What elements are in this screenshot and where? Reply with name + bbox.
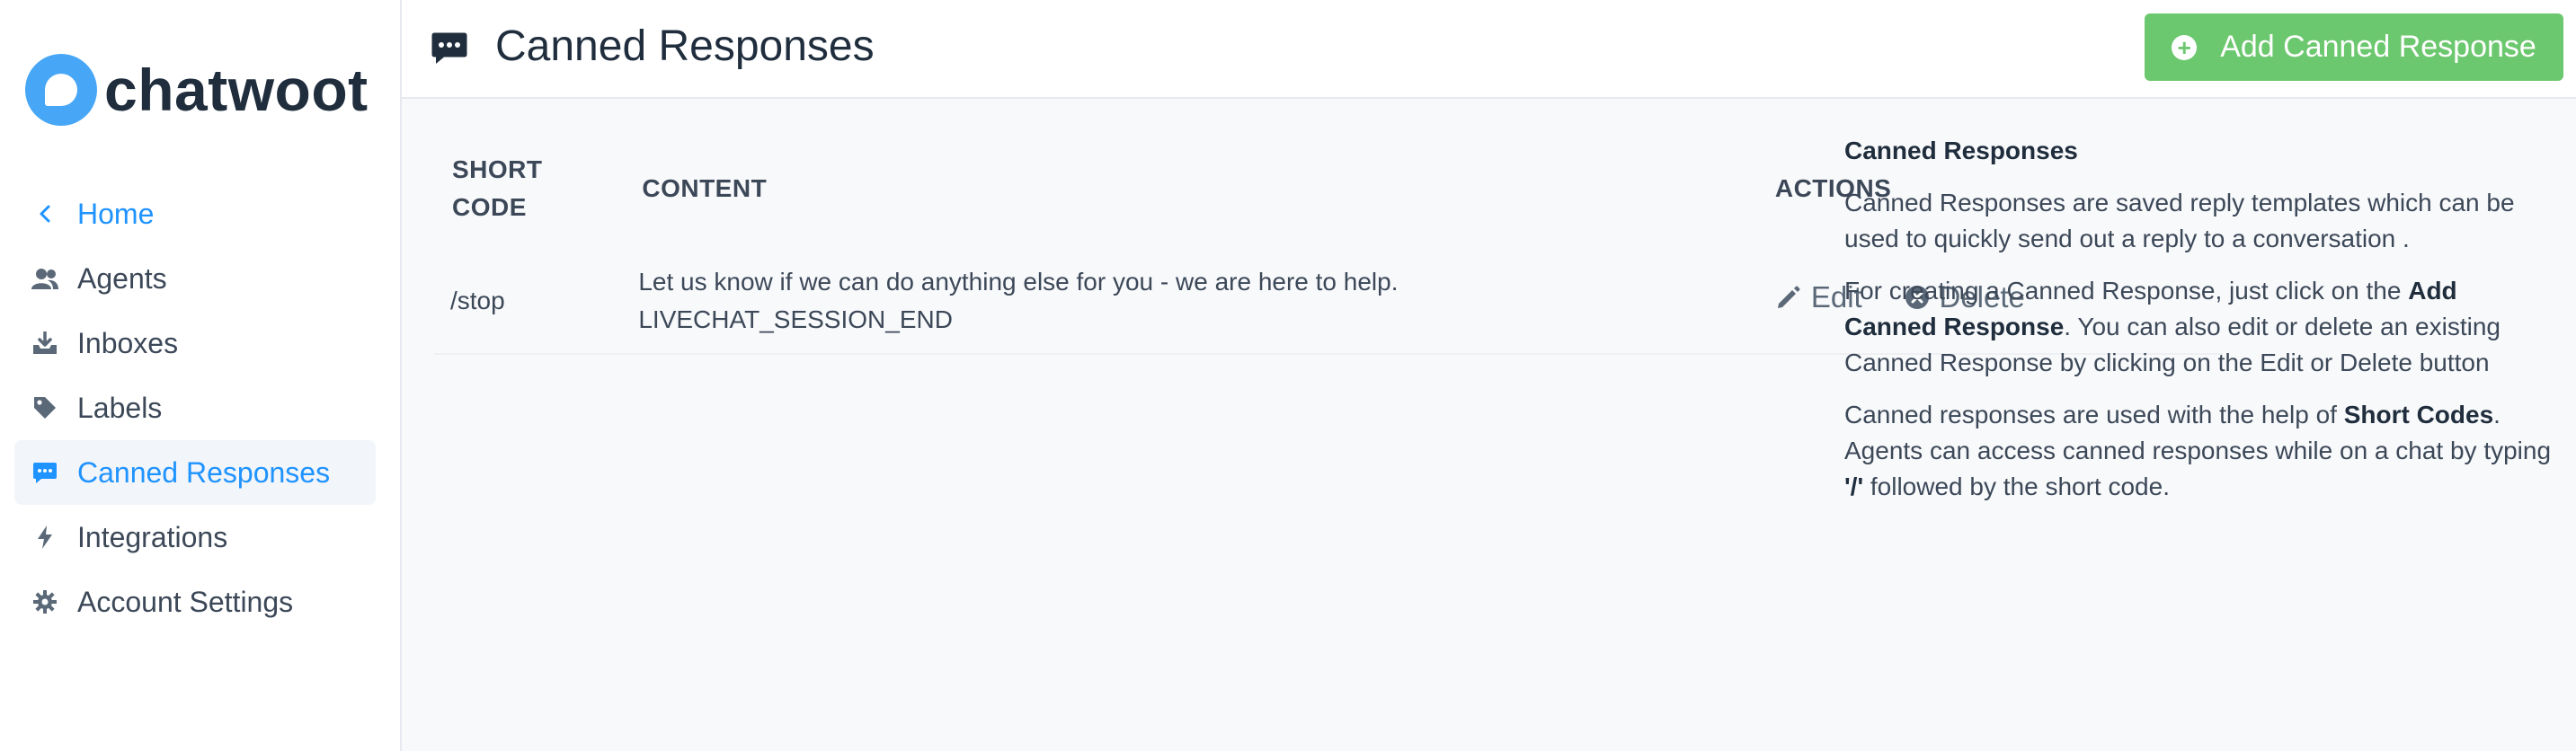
content-area: SHORT CODE CONTENT ACTIONS /stop Let us … xyxy=(402,99,2576,751)
page-header: Canned Responses + Add Canned Response xyxy=(402,0,2576,99)
header-code-label: CODE xyxy=(452,193,527,221)
help-paragraph: For creating a Canned Response, just cli… xyxy=(1844,273,2554,381)
brand-name: chatwoot xyxy=(104,57,369,123)
sidebar-item-labels[interactable]: Labels xyxy=(14,376,376,440)
short-code-cell: /stop xyxy=(434,248,639,355)
sidebar-item-label: Canned Responses xyxy=(77,455,331,489)
sidebar-item-agents[interactable]: Agents xyxy=(14,246,376,311)
sidebar-item-home[interactable]: Home xyxy=(14,181,376,246)
sidebar-item-canned-responses[interactable]: Canned Responses xyxy=(14,440,376,505)
page-title: Canned Responses xyxy=(495,22,875,70)
sidebar: chatwoot Home Agents Inboxes Labels Cann… xyxy=(0,0,402,751)
content-line: Let us know if we can do anything else f… xyxy=(638,267,1399,296)
help-text: Canned responses are used with the help … xyxy=(1844,401,2344,429)
help-paragraph: Canned Responses are saved reply templat… xyxy=(1844,189,2515,252)
sidebar-item-label: Integrations xyxy=(77,520,228,553)
sidebar-item-inboxes[interactable]: Inboxes xyxy=(14,311,376,376)
help-paragraph: Canned responses are used with the help … xyxy=(1844,397,2554,505)
people-icon xyxy=(31,264,59,293)
sidebar-item-account-settings[interactable]: Account Settings xyxy=(14,570,376,634)
chatwoot-logo-icon xyxy=(25,54,97,126)
tag-icon xyxy=(31,393,59,422)
content-cell: Let us know if we can do anything else f… xyxy=(638,248,1775,355)
column-header-content: CONTENT xyxy=(642,174,768,202)
inbox-icon xyxy=(31,329,59,358)
lightning-icon xyxy=(31,523,59,552)
chat-bubble-icon xyxy=(31,458,59,487)
sidebar-item-label: Inboxes xyxy=(77,326,179,359)
add-canned-response-label: Add Canned Response xyxy=(2220,30,2536,64)
header-short-label: SHORT xyxy=(452,155,543,183)
help-bold-text: '/' xyxy=(1844,473,1864,500)
help-title: Canned Responses xyxy=(1844,137,2078,164)
sidebar-nav: Home Agents Inboxes Labels Canned Respon… xyxy=(14,181,376,634)
add-canned-response-button[interactable]: + Add Canned Response xyxy=(2145,13,2563,81)
sidebar-item-label: Account Settings xyxy=(77,585,294,618)
chevron-left-icon xyxy=(31,199,59,228)
main-area: Canned Responses + Add Canned Response S… xyxy=(402,0,2576,751)
help-bold-text: Short Codes xyxy=(2343,401,2494,429)
gear-icon xyxy=(31,588,59,616)
chat-bubble-icon xyxy=(431,29,468,66)
sidebar-item-integrations[interactable]: Integrations xyxy=(14,505,376,570)
help-text: For creating a Canned Response, just cli… xyxy=(1844,277,2409,305)
column-header-short-code: SHORT CODE xyxy=(434,135,638,248)
brand-logo[interactable]: chatwoot xyxy=(25,54,369,126)
content-line: LIVECHAT_SESSION_END xyxy=(638,305,953,333)
sidebar-item-label: Home xyxy=(77,197,155,230)
sidebar-item-label: Agents xyxy=(77,261,167,295)
pencil-icon xyxy=(1777,286,1800,308)
sidebar-item-label: Labels xyxy=(77,391,163,424)
plus-circle-icon: + xyxy=(2172,34,2198,60)
app-root: chatwoot Home Agents Inboxes Labels Cann… xyxy=(0,0,2576,751)
help-panel: Canned Responses Canned Responses are sa… xyxy=(1844,133,2554,521)
help-text: followed by the short code. xyxy=(1863,473,2170,500)
